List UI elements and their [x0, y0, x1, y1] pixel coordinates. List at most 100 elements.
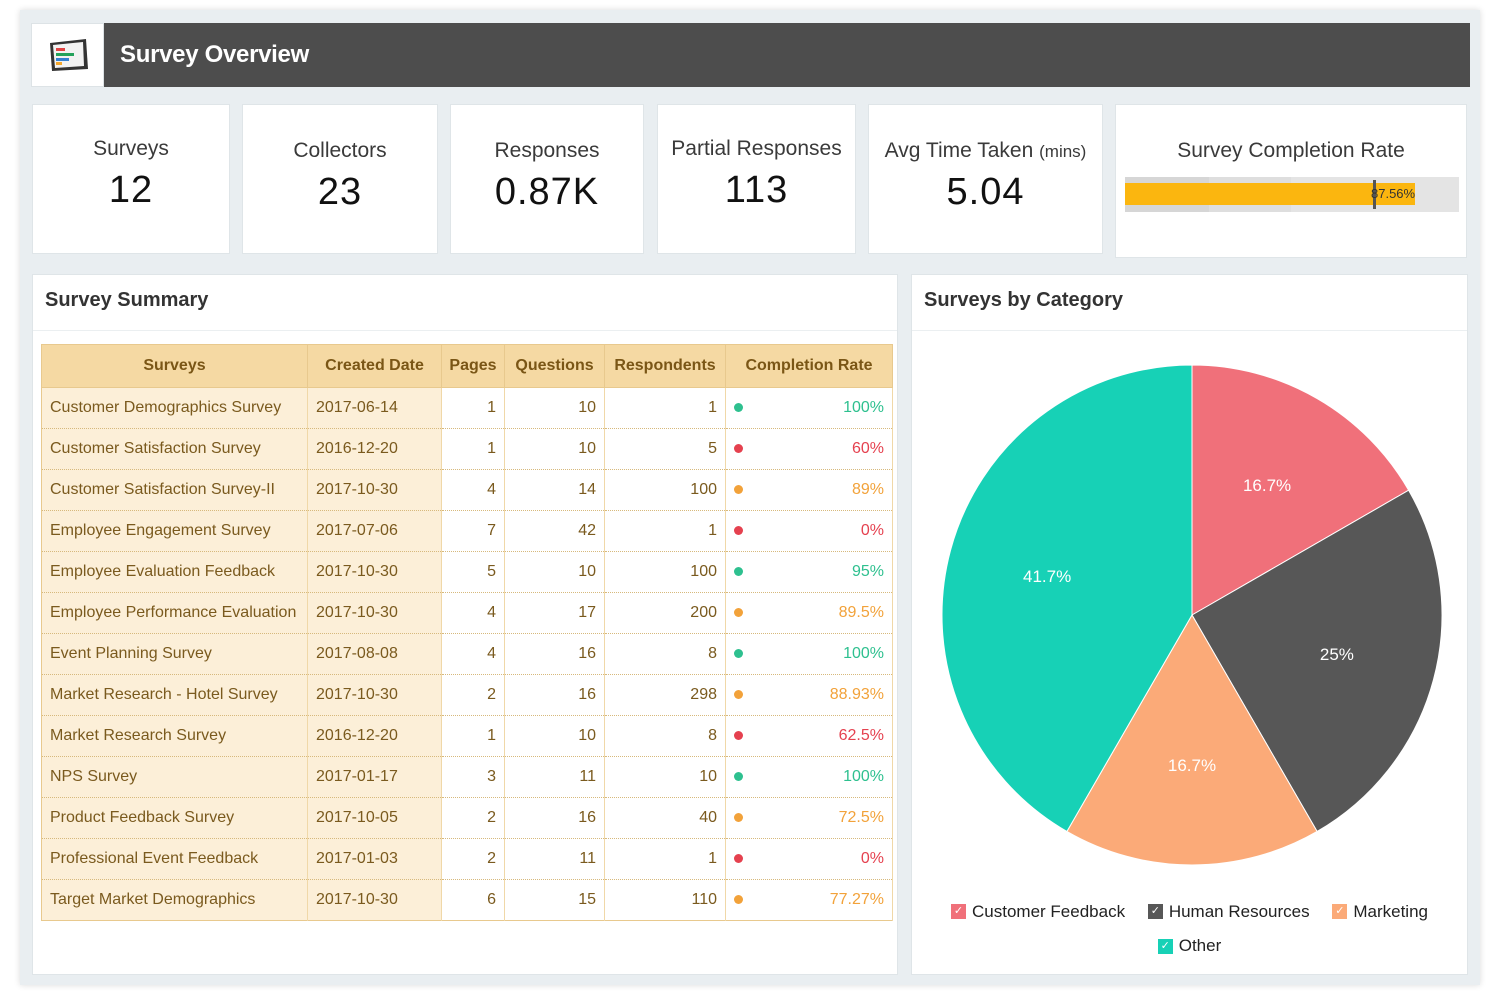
cell-respondents: 8: [604, 633, 726, 675]
table-row[interactable]: Product Feedback Survey 2017-10-05 2 16 40 72…: [41, 797, 893, 839]
table-row[interactable]: Customer Demographics Survey 2017-06-14 1 1…: [41, 387, 893, 429]
table-row[interactable]: Employee Performance Evaluation 2017-10-3…: [41, 592, 893, 634]
logo: [31, 23, 104, 87]
completion-rate-text: 62.5%: [838, 727, 884, 744]
table-row[interactable]: Event Planning Survey 2017-08-08 4 16 8 100%: [41, 633, 893, 675]
legend-item-other[interactable]: ✓ Other: [1157, 936, 1221, 956]
status-dot-icon: [734, 403, 743, 412]
table-row[interactable]: Customer Satisfaction Survey-II 2017-10-3…: [41, 469, 893, 511]
table-row[interactable]: Professional Event Feedback 2017-01-03 2 11…: [41, 838, 893, 880]
completion-rate-text: 100%: [843, 768, 884, 785]
cell-created-date: 2016-12-20: [307, 715, 442, 757]
status-dot-icon: [734, 567, 743, 576]
table-row[interactable]: NPS Survey 2017-01-17 3 11 10 100%: [41, 756, 893, 798]
cell-questions: 10: [504, 715, 605, 757]
cell-created-date: 2017-01-17: [307, 756, 442, 798]
cell-respondents: 5: [604, 428, 726, 470]
cell-pages: 2: [441, 797, 505, 839]
cell-created-date: 2017-10-30: [307, 551, 442, 593]
table-row[interactable]: Employee Evaluation Feedback 2017-10-30 5 1…: [41, 551, 893, 593]
completion-rate-value: 87.56%: [1371, 186, 1416, 201]
cell-completion-rate: 100%: [725, 756, 893, 798]
cell-survey-name: Customer Demographics Survey: [41, 387, 308, 429]
cell-pages: 1: [441, 428, 505, 470]
cell-respondents: 100: [604, 551, 726, 593]
completion-rate-card: Survey Completion Rate 87.56%: [1115, 104, 1467, 258]
cell-created-date: 2017-10-30: [307, 674, 442, 716]
legend-label: Marketing: [1353, 901, 1428, 921]
column-header-questions[interactable]: Questions: [504, 344, 605, 388]
legend-label: Human Resources: [1168, 901, 1310, 921]
cell-respondents: 8: [604, 715, 726, 757]
column-header-respondents[interactable]: Respondents: [604, 344, 726, 388]
status-dot-icon: [734, 772, 743, 781]
cell-created-date: 2017-10-05: [307, 797, 442, 839]
cell-survey-name: Customer Satisfaction Survey: [41, 428, 308, 470]
table-row[interactable]: Target Market Demographics 2017-10-30 6 15 1…: [41, 879, 893, 921]
table-row[interactable]: Employee Engagement Survey 2017-07-06 7 42 1…: [41, 510, 893, 552]
column-header-surveys[interactable]: Surveys: [41, 344, 308, 388]
cell-survey-name: Employee Performance Evaluation: [41, 592, 308, 634]
legend-checkbox-icon: ✓: [1147, 904, 1163, 919]
cell-pages: 4: [441, 592, 505, 634]
cell-pages: 4: [441, 469, 505, 511]
cell-survey-name: Employee Evaluation Feedback: [41, 551, 308, 593]
cell-questions: 42: [504, 510, 605, 552]
status-dot-icon: [734, 444, 743, 453]
cell-survey-name: Market Research Survey: [41, 715, 308, 757]
cell-pages: 2: [441, 674, 505, 716]
cell-questions: 17: [504, 592, 605, 634]
cell-survey-name: Event Planning Survey: [41, 633, 308, 675]
page-title: Survey Overview: [120, 41, 309, 68]
cell-questions: 14: [504, 469, 605, 511]
cell-survey-name: Market Research - Hotel Survey: [41, 674, 308, 716]
cell-created-date: 2017-07-06: [307, 510, 442, 552]
kpi-value: 12: [108, 169, 154, 211]
column-header-completion-rate[interactable]: Completion Rate: [725, 344, 893, 388]
legend-row: ✓ Other: [912, 934, 1467, 957]
kpi-card-collectors: Collectors 23: [242, 104, 438, 254]
kpi-label: Partial Responses: [671, 137, 842, 160]
completion-rate-text: 100%: [843, 399, 884, 416]
status-dot-icon: [734, 895, 743, 904]
cell-completion-rate: 88.93%: [725, 674, 893, 716]
table-header-row: Surveys Created Date Pages Questions Res…: [41, 344, 893, 388]
cell-survey-name: Customer Satisfaction Survey-II: [41, 469, 308, 511]
kpi-card-partial-responses: Partial Responses 113: [657, 104, 856, 254]
legend-item-marketing[interactable]: ✓ Marketing: [1332, 902, 1428, 922]
kpi-value: 23: [317, 171, 363, 213]
status-dot-icon: [734, 854, 743, 863]
cell-created-date: 2017-10-30: [307, 592, 442, 634]
column-header-pages[interactable]: Pages: [441, 344, 505, 388]
legend-item-human-resources[interactable]: ✓ Human Resources: [1147, 901, 1310, 922]
completion-bullet-track: 87.56%: [1125, 177, 1459, 212]
cell-completion-rate: 100%: [725, 633, 893, 675]
cell-completion-rate: 100%: [725, 387, 893, 429]
legend-item-customer-feedback[interactable]: ✓ Customer Feedback: [951, 902, 1125, 922]
cell-pages: 6: [441, 879, 505, 921]
kpi-card-surveys: Surveys 12: [32, 104, 230, 254]
cell-pages: 3: [441, 756, 505, 798]
cell-respondents: 200: [604, 592, 726, 634]
table-row[interactable]: Customer Satisfaction Survey 2016-12-20 1 1…: [41, 428, 893, 470]
completion-rate-label: Survey Completion Rate: [1177, 139, 1405, 162]
cell-questions: 16: [504, 674, 605, 716]
cell-survey-name: Professional Event Feedback: [41, 838, 308, 880]
cell-survey-name: Product Feedback Survey: [41, 797, 308, 839]
cell-completion-rate: 0%: [725, 838, 893, 880]
pie-data-label: 41.7%: [1023, 567, 1071, 586]
completion-rate-text: 100%: [843, 645, 884, 662]
legend-checkbox-icon: ✓: [1332, 904, 1348, 919]
cell-questions: 16: [504, 797, 605, 839]
table-row[interactable]: Market Research - Hotel Survey 2017-10-30…: [41, 674, 893, 716]
legend-checkbox-icon: ✓: [1157, 938, 1173, 954]
column-header-created-date[interactable]: Created Date: [307, 344, 442, 388]
cell-pages: 5: [441, 551, 505, 593]
cell-respondents: 1: [604, 838, 726, 880]
legend-checkbox-icon: ✓: [951, 904, 967, 919]
chart-legend: ✓ Customer Feedback ✓ Human Resources ✓ …: [912, 899, 1467, 956]
cell-created-date: 2016-12-20: [307, 428, 442, 470]
kpi-card-avg-time: Avg Time Taken (mins) 5.04: [868, 104, 1103, 254]
table-row[interactable]: Market Research Survey 2016-12-20 1 10 8 62.5…: [41, 715, 893, 757]
panel-title: Surveys by Category: [912, 275, 1467, 331]
